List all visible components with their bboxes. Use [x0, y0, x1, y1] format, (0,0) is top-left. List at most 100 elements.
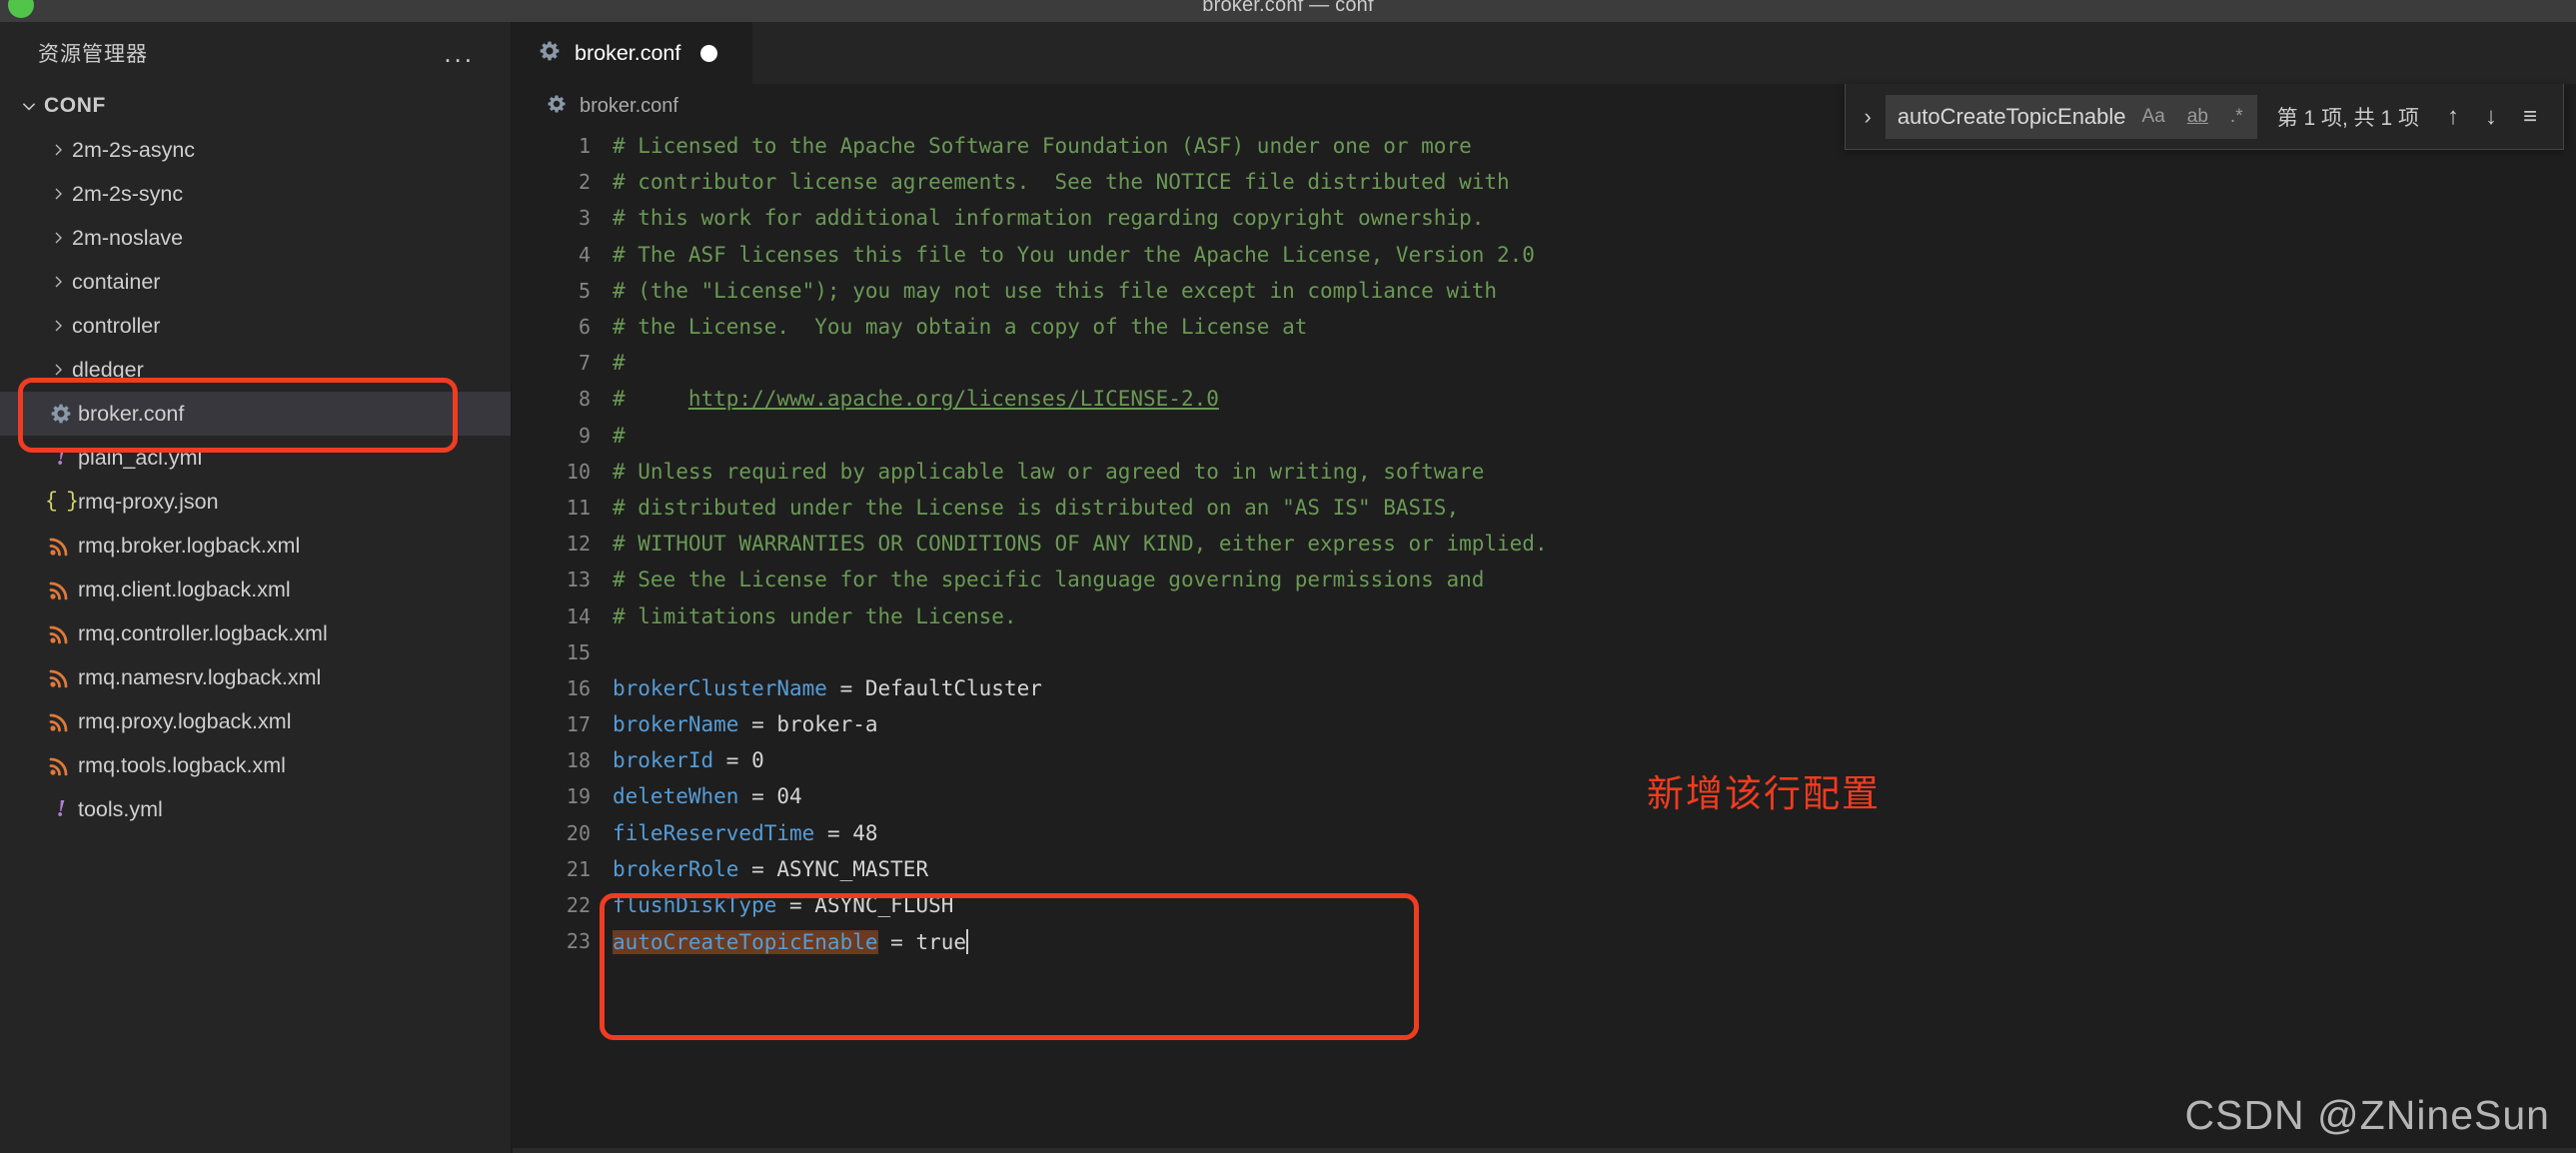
xml-icon — [44, 578, 78, 600]
whole-word-icon[interactable]: ab — [2181, 104, 2214, 130]
line-text: brokerRole = ASYNC_MASTER — [613, 857, 928, 881]
code-editor[interactable]: 1 # Licensed to the Apache Software Found… — [513, 128, 2576, 1153]
code-token: # contributor license agreements. See th… — [613, 170, 1510, 195]
file-tree-item[interactable]: rmq.client.logback.xml — [0, 568, 511, 611]
code-token: deleteWhen — [613, 784, 739, 809]
code-line[interactable]: 22 flushDiskType = ASYNC_FLUSH — [513, 887, 2576, 923]
line-text: # contributor license agreements. See th… — [613, 170, 1510, 194]
xml-icon — [44, 710, 78, 732]
annotation-note: 新增该行配置 — [1647, 772, 1881, 815]
match-case-icon[interactable]: Aa — [2136, 104, 2171, 130]
vscode-window: broker.conf — conf 资源管理器 ... CONF 2m-2s-… — [0, 0, 2576, 1153]
code-line[interactable]: 10 # Unless required by applicable law or… — [513, 454, 2576, 490]
window-title: broker.conf — conf — [1202, 0, 1374, 16]
tab-broker-conf[interactable]: broker.conf — [513, 22, 752, 84]
code-line[interactable]: 4 # The ASF licenses this file to You und… — [513, 237, 2576, 273]
tab-label: broker.conf — [575, 41, 681, 65]
chevron-right-icon[interactable]: › — [1856, 104, 1879, 130]
code-line[interactable]: 2 # contributor license agreements. See t… — [513, 164, 2576, 200]
horizontal-scrollbar[interactable] — [513, 1148, 2576, 1153]
find-input[interactable]: autoCreateTopicEnable Aa ab .* — [1885, 94, 2257, 139]
file-tree-item[interactable]: rmq.proxy.logback.xml — [0, 699, 511, 743]
tab-dirty-indicator[interactable] — [700, 45, 718, 62]
window-traffic-light[interactable] — [8, 0, 34, 18]
regex-icon[interactable]: .* — [2224, 104, 2249, 130]
chevron-right-icon — [44, 230, 72, 246]
line-number: 14 — [566, 603, 591, 628]
line-number: 13 — [566, 568, 591, 592]
file-tree-item-label: tools.yml — [78, 796, 163, 821]
file-tree-item[interactable]: ! tools.yml — [0, 787, 511, 831]
line-number: 21 — [566, 856, 591, 881]
line-text: brokerName = broker-a — [613, 712, 878, 736]
file-tree-item[interactable]: 2m-2s-sync — [0, 172, 511, 216]
file-tree-item[interactable]: { } rmq-proxy.json — [0, 480, 511, 524]
line-text: autoCreateTopicEnable = true — [613, 928, 969, 954]
code-line[interactable]: 12 # WITHOUT WARRANTIES OR CONDITIONS OF … — [513, 526, 2576, 562]
find-query-text: autoCreateTopicEnable — [1897, 103, 2126, 129]
code-token: # limitations under the License. — [613, 603, 1017, 628]
file-tree-item[interactable]: 2m-noslave — [0, 216, 511, 260]
code-line[interactable]: 11 # distributed under the License is dis… — [513, 490, 2576, 526]
arrow-down-icon[interactable]: ↓ — [2475, 103, 2507, 131]
code-line[interactable]: 5 # (the "License"); you may not use this… — [513, 273, 2576, 309]
code-token: # Unless required by applicable law or a… — [613, 459, 1485, 484]
file-tree-item-label: rmq.tools.logback.xml — [78, 752, 286, 777]
line-number: 23 — [566, 929, 591, 954]
file-tree-item-label: rmq.controller.logback.xml — [78, 620, 328, 645]
file-tree: 2m-2s-async 2m-2s-sync 2m-noslave container… — [0, 128, 511, 831]
line-number: 1 — [578, 134, 591, 159]
code-line[interactable]: 8 # http://www.apache.org/licenses/LICENS… — [513, 381, 2576, 417]
code-line[interactable]: 18 brokerId = 0 — [513, 742, 2576, 778]
code-line[interactable]: 20 fileReservedTime = 48 — [513, 815, 2576, 851]
code-token: http://www.apache.org/licenses/LICENSE-2… — [687, 387, 1219, 412]
file-tree-item[interactable]: dledger — [0, 348, 511, 392]
code-line[interactable]: 3 # this work for additional information … — [513, 200, 2576, 236]
code-line[interactable]: 16 brokerClusterName = DefaultCluster — [513, 670, 2576, 706]
chevron-right-icon — [44, 274, 72, 290]
gear-icon — [539, 40, 561, 68]
code-line[interactable]: 19 deleteWhen = 04 — [513, 778, 2576, 814]
file-tree-item[interactable]: container — [0, 260, 511, 304]
file-tree-item[interactable]: rmq.namesrv.logback.xml — [0, 655, 511, 699]
code-line[interactable]: 13 # See the License for the specific lan… — [513, 562, 2576, 597]
file-tree-item-label: plain_acl.yml — [78, 445, 203, 470]
line-text: # The ASF licenses this file to You unde… — [613, 243, 1535, 267]
chevron-right-icon — [44, 142, 72, 158]
code-line[interactable]: 14 # limitations under the License. — [513, 597, 2576, 633]
line-text: # Licensed to the Apache Software Founda… — [613, 134, 1472, 158]
file-tree-item[interactable]: rmq.broker.logback.xml — [0, 524, 511, 568]
file-tree-item[interactable]: ! plain_acl.yml — [0, 436, 511, 480]
find-in-selection-icon[interactable]: ≡ — [2513, 103, 2547, 131]
file-tree-item[interactable]: rmq.controller.logback.xml — [0, 611, 511, 655]
code-token: = 0 — [713, 748, 764, 773]
file-tree-item[interactable]: broker.conf — [0, 392, 511, 436]
code-token: brokerClusterName — [613, 675, 827, 700]
code-line[interactable]: 9 # — [513, 418, 2576, 454]
code-line[interactable]: 17 brokerName = broker-a — [513, 706, 2576, 742]
file-tree-item-label: rmq.broker.logback.xml — [78, 533, 301, 558]
breadcrumb-label: broker.conf — [580, 94, 678, 117]
code-token: # — [613, 351, 626, 376]
file-tree-item[interactable]: controller — [0, 304, 511, 348]
watermark: CSDN @ZNineSun — [2184, 1092, 2550, 1138]
arrow-up-icon[interactable]: ↑ — [2437, 103, 2469, 131]
code-line[interactable]: 6 # the License. You may obtain a copy of… — [513, 309, 2576, 345]
file-tree-item-label: 2m-2s-sync — [72, 181, 184, 206]
code-line[interactable]: 21 brokerRole = ASYNC_MASTER — [513, 851, 2576, 887]
file-tree-item[interactable]: 2m-2s-async — [0, 128, 511, 172]
code-line[interactable]: 15 — [513, 634, 2576, 670]
code-line[interactable]: 23 autoCreateTopicEnable = true — [513, 923, 2576, 959]
line-number: 2 — [578, 170, 591, 195]
file-tree-item[interactable]: rmq.tools.logback.xml — [0, 743, 511, 787]
yaml-icon: ! — [56, 795, 66, 822]
code-token: = 48 — [814, 820, 878, 845]
gear-icon — [547, 94, 567, 119]
line-text: # See the License for the specific langu… — [613, 568, 1484, 591]
title-bar: broker.conf — conf — [0, 0, 2576, 22]
line-text: # this work for additional information r… — [613, 206, 1484, 230]
more-actions-icon[interactable]: ... — [444, 40, 475, 66]
code-line[interactable]: 7 # — [513, 345, 2576, 381]
json-icon: { } — [45, 490, 79, 514]
explorer-section-conf[interactable]: CONF — [0, 84, 511, 128]
